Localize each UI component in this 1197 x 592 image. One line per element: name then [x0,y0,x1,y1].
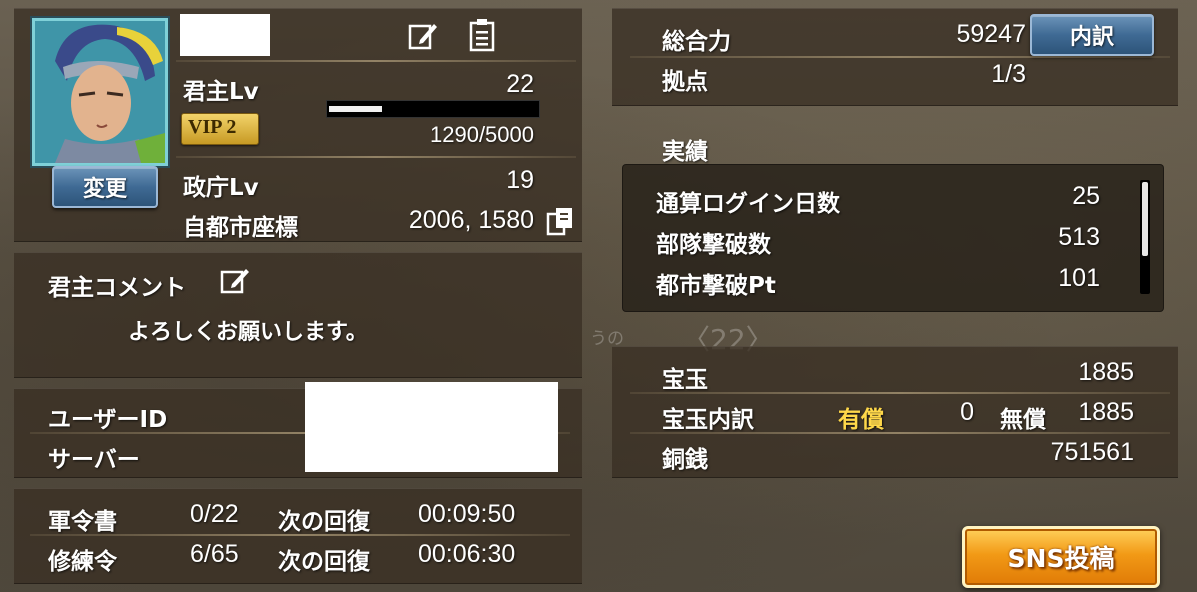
free-gems-label: 無償 [1000,407,1046,433]
timer-label: 軍令書 [48,509,117,535]
achievement-value: 101 [1058,264,1100,292]
lord-level-value: 22 [506,70,534,98]
account-info-redacted [305,382,558,472]
timer-time: 00:09:50 [418,500,516,528]
copy-icon[interactable] [546,206,574,236]
server-label: サーバー [48,447,140,473]
timer-count: 0/22 [190,500,239,528]
achievement-label: 部隊撃破数 [656,232,771,258]
comment-text: よろしくお願いします。 [128,320,368,345]
total-power-value: 59247 [956,20,1026,48]
achievement-label: 通算ログイン日数 [656,191,840,217]
achievements-scrollbar[interactable] [1140,180,1150,294]
timer-next-label: 次の回復 [278,549,370,575]
vip-label: VIP 2 [188,116,237,138]
sns-post-label: SNS投稿 [1007,544,1115,573]
profile-divider [176,60,576,62]
user-id-label: ユーザーID [48,407,168,433]
government-level-value: 19 [506,166,534,194]
currency-divider [630,392,1170,394]
base-value: 1/3 [991,60,1026,88]
timer-next-label: 次の回復 [278,509,370,535]
coins-label: 銅銭 [662,447,708,473]
change-avatar-button[interactable]: 変更 [52,166,158,208]
comment-label: 君主コメント [48,275,186,301]
timer-count: 6/65 [190,540,239,568]
paid-gems-value: 0 [960,398,974,426]
city-coordinates-value: 2006, 1580 [408,206,534,234]
gems-label: 宝玉 [662,367,708,393]
achievements-scrollbar-thumb[interactable] [1142,182,1148,256]
timer-label: 修練令 [48,549,117,575]
profile-divider-2 [176,156,576,158]
clipboard-icon[interactable] [468,18,496,52]
free-gems-value: 1885 [1078,398,1134,426]
coins-value: 751561 [1050,438,1134,466]
player-name-redacted [180,14,270,56]
exp-text: 1290/5000 [430,122,534,147]
city-coordinates-label: 自都市座標 [183,215,298,241]
achievements-title: 実績 [662,139,708,165]
achievement-label: 都市撃破Pt [656,273,776,299]
vip-badge: VIP 2 [181,113,259,145]
sns-post-button[interactable]: SNS投稿 [962,526,1160,588]
power-divider [630,56,1170,58]
edit-comment-icon[interactable] [220,266,250,296]
breakdown-button[interactable]: 内訳 [1030,14,1154,56]
timer-time: 00:06:30 [418,540,516,568]
gems-value: 1885 [1078,358,1134,386]
lord-level-label: 君主Lv [183,79,259,105]
total-power-label: 総合力 [662,29,731,55]
currency-divider-2 [630,432,1170,434]
edit-icon[interactable] [408,20,438,52]
exp-bar-fill [329,106,382,112]
timers-divider [30,534,570,536]
government-level-label: 政庁Lv [183,175,259,201]
avatar[interactable] [32,18,168,166]
achievement-value: 513 [1058,223,1100,251]
avatar-portrait [35,21,165,163]
achievement-value: 25 [1072,182,1100,210]
gems-breakdown-label: 宝玉内訳 [662,407,754,433]
exp-bar [326,100,540,118]
base-label: 拠点 [662,69,708,95]
paid-gems-label: 有償 [838,407,884,433]
